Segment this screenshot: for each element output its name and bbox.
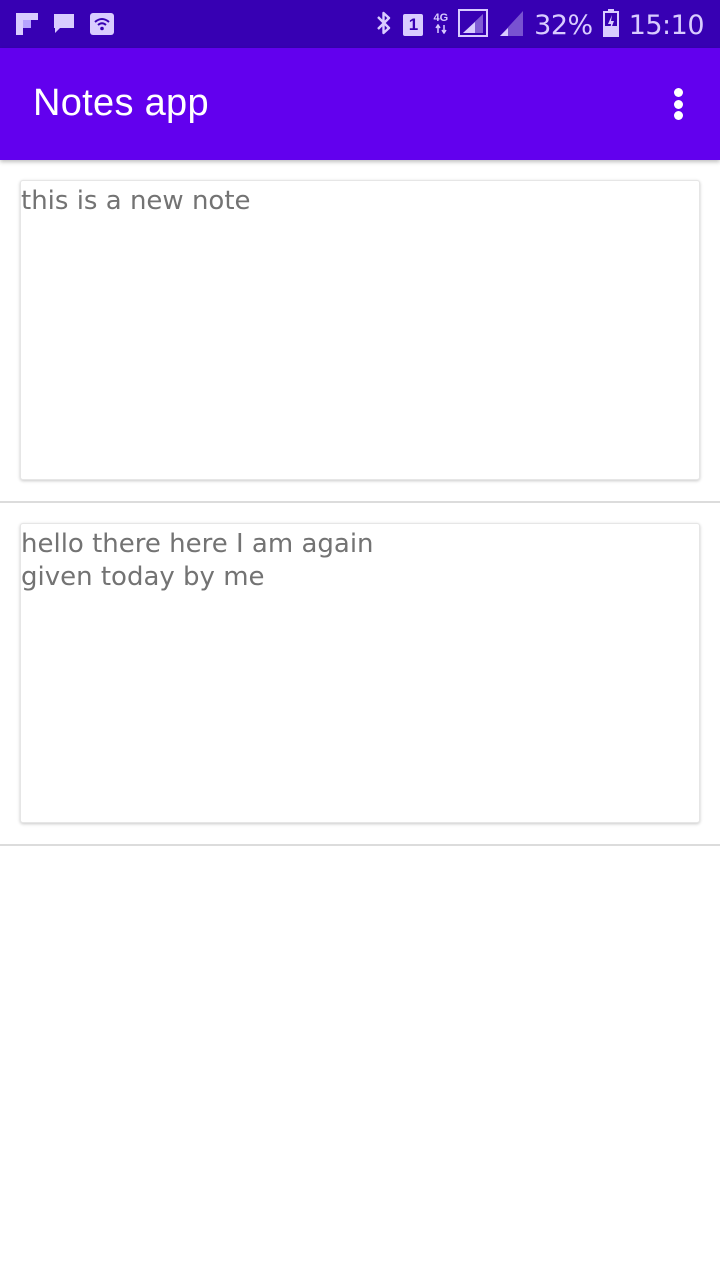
note-card[interactable]: hello there here I am again given today … — [20, 523, 700, 823]
battery-percent: 32% — [534, 9, 593, 41]
note-list: this is a new note hello there here I am… — [0, 160, 720, 846]
more-vert-icon-dot — [673, 99, 683, 109]
network-type-indicator: 4G — [433, 13, 448, 37]
note-text: hello there here I am again given today … — [21, 529, 374, 592]
battery-charging-icon — [602, 8, 619, 42]
app-title: Notes app — [33, 82, 209, 124]
status-right-icons: 1 4G 32% 15:10 — [375, 8, 705, 42]
network-type-label: 4G — [433, 12, 449, 24]
status-left-icons — [16, 12, 114, 41]
flipboard-icon — [16, 13, 38, 40]
signal-sim1-icon — [458, 8, 489, 42]
note-card[interactable]: this is a new note — [20, 180, 700, 480]
signal-sim2-icon — [498, 9, 524, 42]
more-vert-icon-dot — [673, 88, 683, 97]
chat-icon — [52, 12, 76, 41]
note-row: this is a new note — [0, 160, 720, 503]
clock: 15:10 — [628, 9, 705, 41]
app-bar: Notes app — [0, 48, 720, 160]
note-text: this is a new note — [21, 186, 251, 216]
sim-badge: 1 — [403, 14, 424, 36]
overflow-menu-button[interactable] — [658, 82, 698, 126]
more-vert-icon-dot — [673, 111, 683, 120]
wifi-call-icon — [90, 13, 114, 40]
data-arrows-icon — [435, 23, 447, 37]
bluetooth-icon — [375, 10, 393, 41]
note-row: hello there here I am again given today … — [0, 503, 720, 846]
status-bar: 1 4G 32% 15:10 — [0, 0, 720, 48]
